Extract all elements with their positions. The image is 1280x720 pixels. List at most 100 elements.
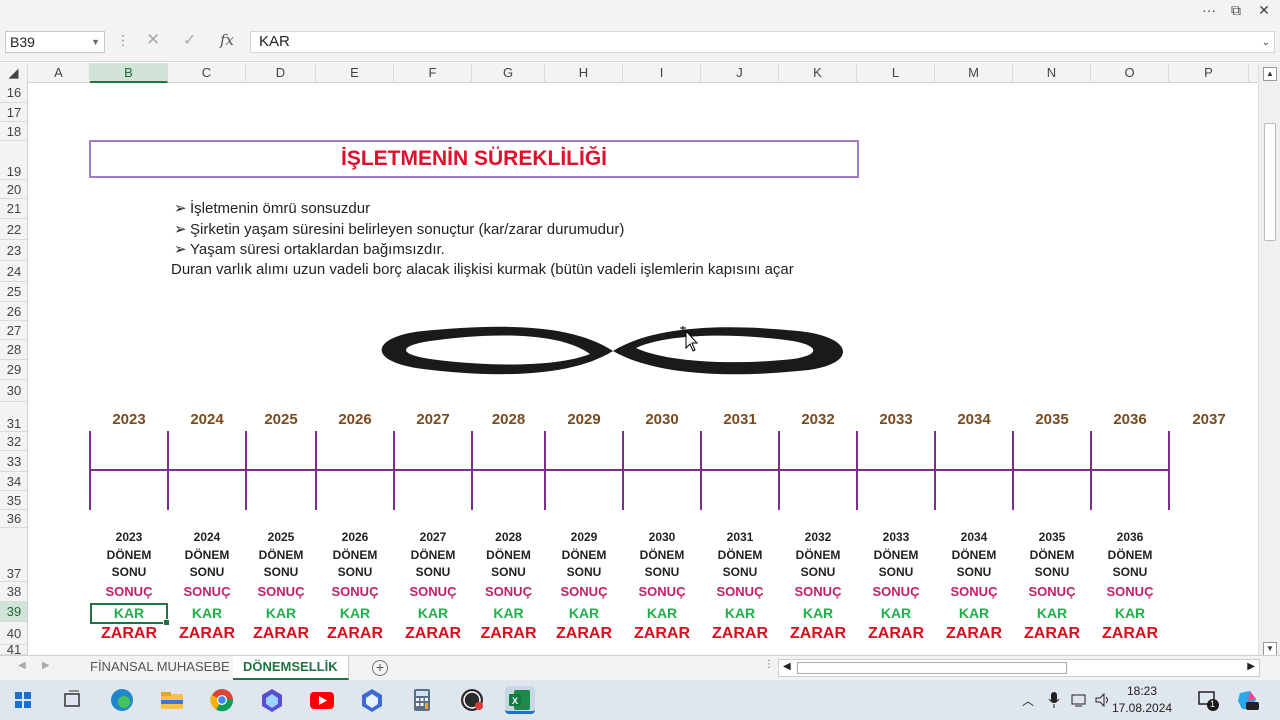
column-header-e[interactable]: E (316, 63, 394, 83)
row-header-28[interactable]: 28 (0, 340, 27, 360)
network-icon[interactable] (1070, 691, 1088, 709)
loss-cell[interactable]: ZARAR (857, 625, 935, 643)
column-header-n[interactable]: N (1013, 63, 1091, 83)
profit-cell[interactable]: KAR (545, 603, 623, 624)
loss-cell[interactable]: ZARAR (394, 625, 472, 643)
column-header-a[interactable]: A (28, 63, 90, 83)
row-header-22[interactable]: 22 (0, 219, 27, 240)
column-header-h[interactable]: H (545, 63, 623, 83)
row-header-37[interactable]: 37 (0, 528, 27, 582)
column-header-o[interactable]: O (1091, 63, 1169, 83)
row-header-35[interactable]: 35 (0, 491, 27, 510)
row-header-26[interactable]: 26 (0, 302, 27, 321)
loss-cell[interactable]: ZARAR (1091, 625, 1169, 643)
column-header-p[interactable]: P (1169, 63, 1249, 83)
scroll-left-button[interactable]: ◀ (783, 661, 791, 672)
windows-start-icon[interactable] (8, 686, 38, 714)
chevron-down-icon[interactable]: ⌄ (1262, 33, 1270, 53)
column-header-l[interactable]: L (857, 63, 935, 83)
row-header-21[interactable]: 21 (0, 199, 27, 219)
row-header-17[interactable]: 17 (0, 103, 27, 122)
chrome-icon[interactable] (207, 686, 237, 714)
microphone-icon[interactable] (1046, 690, 1062, 710)
loss-cell[interactable]: ZARAR (90, 625, 168, 643)
tab-split-handle[interactable]: ⋮ (764, 659, 774, 670)
loss-cell[interactable]: ZARAR (1013, 625, 1091, 643)
row-header-30[interactable]: 30 (0, 380, 27, 402)
youtube-icon[interactable] (307, 686, 337, 714)
copilot-icon[interactable] (1234, 687, 1260, 713)
prev-sheet-icon[interactable]: ◀ (18, 660, 26, 671)
row-header-33[interactable]: 33 (0, 451, 27, 472)
column-header-i[interactable]: I (623, 63, 701, 83)
active-cell-profit[interactable]: KAR (90, 603, 170, 626)
vertical-scrollbar[interactable]: ▲ ▼ (1258, 63, 1280, 656)
name-box[interactable]: B39 ▼ (5, 31, 105, 53)
row-header-39[interactable]: 39 (0, 602, 27, 622)
column-header-d[interactable]: D (246, 63, 316, 83)
select-all-corner[interactable]: ◢ (0, 63, 28, 83)
insert-function-button[interactable]: fx (220, 31, 234, 49)
file-explorer-icon[interactable] (157, 686, 187, 714)
scroll-thumb[interactable] (1264, 123, 1276, 241)
task-view-icon[interactable] (57, 686, 87, 714)
column-header-c[interactable]: C (168, 63, 246, 83)
column-header-b[interactable]: B (90, 63, 168, 83)
close-window-button[interactable]: ✕ (1252, 2, 1276, 20)
profit-cell[interactable]: KAR (242, 603, 320, 624)
horizontal-scroll-thumb[interactable] (797, 662, 1067, 674)
row-header-23[interactable]: 23 (0, 240, 27, 261)
row-header-31[interactable]: 31 (0, 402, 27, 432)
formula-input[interactable]: KAR ⌄ (250, 31, 1275, 53)
scroll-down-button[interactable]: ▼ (1263, 642, 1277, 656)
edge-browser-icon[interactable] (107, 686, 137, 714)
column-header-m[interactable]: M (935, 63, 1013, 83)
infinity-symbol-icon[interactable] (368, 321, 858, 381)
taskbar-clock[interactable]: 18:23 17.08.2024 (1112, 683, 1172, 717)
notification-icon[interactable] (1196, 689, 1222, 713)
row-header-16[interactable]: 16 (0, 83, 27, 103)
profit-cell[interactable]: KAR (316, 603, 394, 624)
profit-cell[interactable]: KAR (1013, 603, 1091, 624)
loss-cell[interactable]: ZARAR (470, 625, 548, 643)
app-hex-icon[interactable] (257, 686, 287, 714)
column-header-j[interactable]: J (701, 63, 779, 83)
column-header-k[interactable]: K (779, 63, 857, 83)
loss-cell[interactable]: ZARAR (623, 625, 701, 643)
app-hex-2-icon[interactable] (357, 686, 387, 714)
row-header-34[interactable]: 34 (0, 472, 27, 491)
profit-cell[interactable]: KAR (857, 603, 935, 624)
loss-cell[interactable]: ZARAR (316, 625, 394, 643)
profit-cell[interactable]: KAR (779, 603, 857, 624)
horizontal-scrollbar[interactable]: ◀ ▶ (778, 659, 1260, 677)
loss-cell[interactable]: ZARAR (935, 625, 1013, 643)
scroll-up-button[interactable]: ▲ (1263, 67, 1277, 81)
row-header-19[interactable]: 19 (0, 141, 27, 180)
formula-bar-grip-icon[interactable]: ⋮ (116, 32, 130, 49)
volume-icon[interactable] (1094, 691, 1112, 709)
column-header-f[interactable]: F (394, 63, 472, 83)
chevron-up-icon[interactable]: ︿ (1022, 692, 1034, 709)
row-header-24[interactable]: 24 (0, 261, 27, 282)
loss-cell[interactable]: ZARAR (545, 625, 623, 643)
loss-cell[interactable]: ZARAR (168, 625, 246, 643)
excel-icon[interactable]: X (505, 686, 535, 714)
row-header-20[interactable]: 20 (0, 180, 27, 199)
column-header-g[interactable]: G (472, 63, 545, 83)
row-header-27[interactable]: 27 (0, 321, 27, 340)
row-header-25[interactable]: 25 (0, 282, 27, 302)
profit-cell[interactable]: KAR (168, 603, 246, 624)
row-header-38[interactable]: 38 (0, 582, 27, 602)
row-header-29[interactable]: 29 (0, 360, 27, 380)
restore-window-button[interactable]: ⧉ (1224, 2, 1248, 20)
calculator-icon[interactable] (407, 686, 437, 714)
tab-finansal-muhasebe[interactable]: FİNANSAL MUHASEBE (80, 656, 241, 680)
row-header-36[interactable]: 36 (0, 510, 27, 528)
profit-cell[interactable]: KAR (623, 603, 701, 624)
add-sheet-button[interactable]: + (372, 660, 388, 676)
profit-cell[interactable]: KAR (394, 603, 472, 624)
row-header-41[interactable]: 41 (0, 643, 27, 655)
loss-cell[interactable]: ZARAR (242, 625, 320, 643)
worksheet-grid[interactable]: İŞLETMENİN SÜREKLİLİĞİ ➢ İşletmenin ömrü … (28, 83, 1258, 655)
next-sheet-icon[interactable]: ▶ (42, 660, 50, 671)
